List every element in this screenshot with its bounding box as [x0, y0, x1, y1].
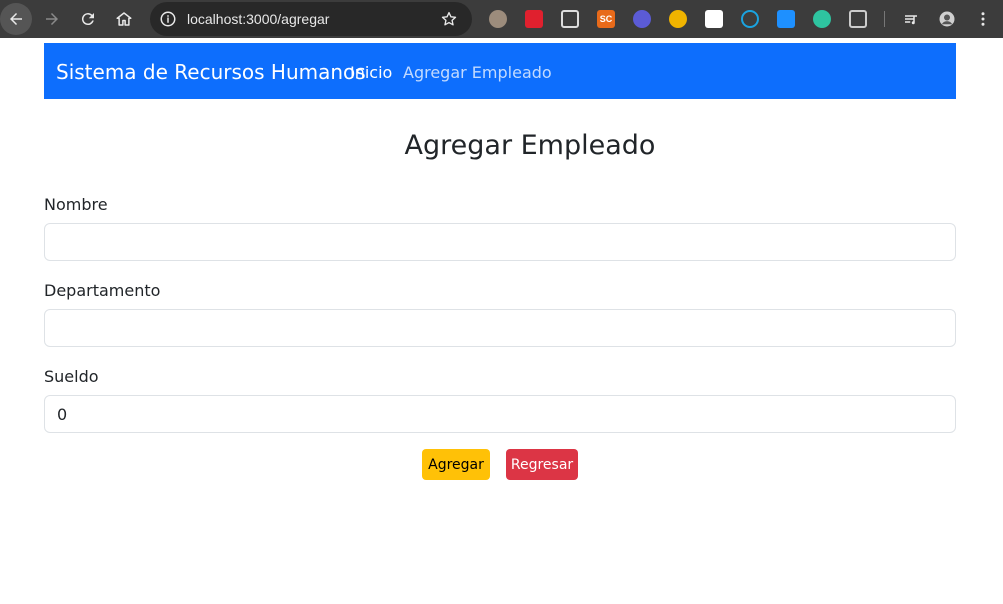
arrow-left-icon: [10, 13, 22, 25]
forward-button[interactable]: [36, 3, 68, 35]
app-navbar: Sistema de Recursos Humanos Inicio Agreg…: [44, 43, 956, 99]
agregar-button[interactable]: Agregar: [422, 449, 490, 480]
red-m-extension-icon[interactable]: [525, 10, 543, 28]
url-text[interactable]: localhost:3000/agregar: [187, 11, 329, 27]
departamento-label: Departamento: [44, 281, 161, 300]
nav-link-agregar-empleado[interactable]: Agregar Empleado: [403, 63, 552, 82]
page-title: Agregar Empleado: [404, 130, 656, 161]
nombre-label: Nombre: [44, 195, 108, 214]
toolbar-separator: [884, 11, 885, 27]
sueldo-input[interactable]: [44, 395, 956, 433]
back-button[interactable]: [0, 3, 32, 35]
more-vert-icon: [981, 12, 985, 26]
fingerprint-extension-icon[interactable]: [741, 10, 759, 28]
sueldo-label: Sueldo: [44, 367, 99, 386]
chrome-color-extension-icon[interactable]: [669, 10, 687, 28]
reload-icon: [81, 13, 94, 26]
nav-link-inicio[interactable]: Inicio: [350, 63, 392, 82]
nombre-input[interactable]: [44, 223, 956, 261]
playlist-icon: [905, 15, 917, 25]
puzzle-extension-icon[interactable]: [849, 10, 867, 28]
ghost-extension-icon[interactable]: [633, 10, 651, 28]
arrow-right-icon: [46, 13, 58, 25]
home-button[interactable]: [108, 3, 140, 35]
owl-extension-icon[interactable]: [489, 10, 507, 28]
menu-button[interactable]: [967, 3, 999, 35]
teal-extension-icon[interactable]: [813, 10, 831, 28]
departamento-input[interactable]: [44, 309, 956, 347]
navbar-brand[interactable]: Sistema de Recursos Humanos: [56, 60, 366, 84]
info-icon[interactable]: [159, 10, 177, 28]
reload-button[interactable]: [72, 3, 104, 35]
star-icon[interactable]: [440, 10, 458, 28]
window-extension-icon[interactable]: [561, 10, 579, 28]
address-bar[interactable]: localhost:3000/agregar: [150, 2, 472, 36]
bird-extension-icon[interactable]: [777, 10, 795, 28]
browser-toolbar: localhost:3000/agregar SC: [0, 0, 1003, 38]
regresar-button[interactable]: Regresar: [506, 449, 578, 480]
sc-extension-icon[interactable]: SC: [597, 10, 615, 28]
home-icon: [116, 12, 132, 26]
reading-list-button[interactable]: [895, 3, 927, 35]
avatar-icon: [939, 11, 955, 27]
pen-extension-icon[interactable]: [705, 10, 723, 28]
profile-avatar[interactable]: [931, 3, 963, 35]
